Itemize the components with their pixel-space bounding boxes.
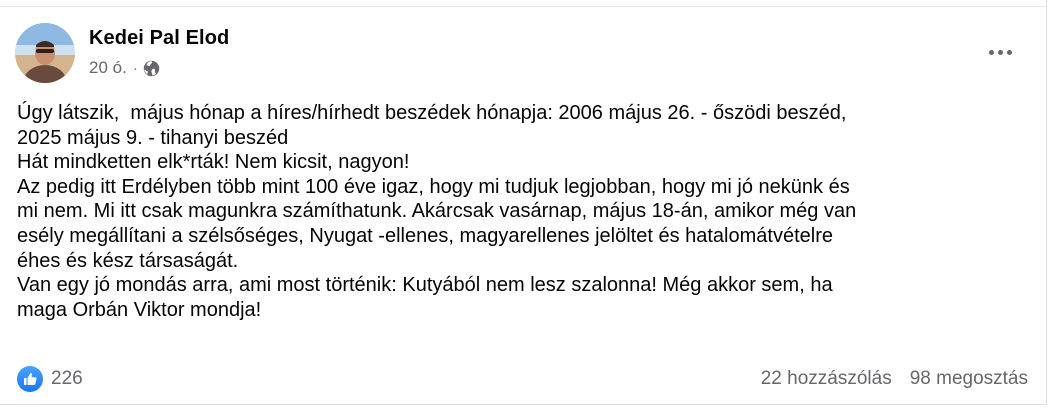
reactions-summary[interactable]: 226 [17,366,83,392]
comments-count-link[interactable]: 22 hozzászólás [761,368,892,390]
author-name[interactable]: Kedei Pal Elod [89,27,229,50]
post-meta: 20 ó. · [89,58,160,78]
dot-icon [997,49,1003,55]
post-text: Úgy látszik, május hónap a híres/hírhedt… [17,101,1032,322]
reaction-count: 226 [51,368,83,389]
engagement-stats: 22 hozzászólás 98 megosztás [761,368,1028,390]
avatar-photo-icon [15,23,75,83]
post-paragraph: Hát mindketten elk*rták! Nem kicsit, nag… [17,151,410,174]
shares-count-link[interactable]: 98 megosztás [910,368,1028,390]
post-footer: 226 22 hozzászólás 98 megosztás [17,366,1028,392]
top-divider [0,0,1047,7]
meta-separator: · [132,60,138,76]
post-time[interactable]: 20 ó. [89,58,127,78]
globe-icon[interactable] [143,60,160,77]
more-options-button[interactable] [980,34,1020,70]
post-paragraph: Úgy látszik, május hónap a híres/hírhedt… [17,102,847,149]
dot-icon [988,49,994,55]
avatar[interactable] [15,23,75,83]
like-icon [17,366,43,392]
post-card: Kedei Pal Elod 20 ó. · Úgy látszik, máju… [0,0,1047,405]
dot-icon [1006,49,1012,55]
post-paragraph: Az pedig itt Erdélyben több mint 100 éve… [17,175,857,272]
post-paragraph: Van egy jó mondás arra, ami most történi… [17,274,833,321]
